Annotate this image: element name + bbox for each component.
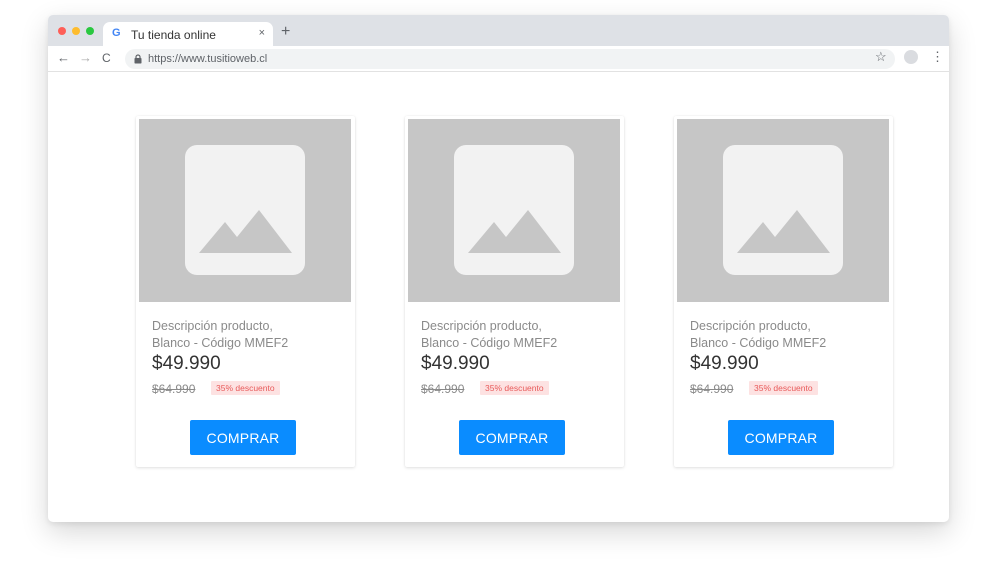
- product-description: Descripción producto, Blanco - Código MM…: [421, 319, 558, 350]
- menu-kebab-icon[interactable]: ⋮: [931, 49, 944, 65]
- product-description: Descripción producto, Blanco - Código MM…: [690, 319, 827, 350]
- close-window-button[interactable]: [58, 27, 66, 35]
- product-price: $49.990: [690, 353, 759, 374]
- tab-title: Tu tienda online: [131, 28, 216, 42]
- profile-avatar[interactable]: [904, 50, 918, 64]
- new-tab-button[interactable]: +: [281, 24, 290, 40]
- product-card: Descripción producto, Blanco - Código MM…: [136, 116, 355, 467]
- product-image: [677, 119, 889, 302]
- image-placeholder-icon: [723, 145, 843, 275]
- product-price: $49.990: [152, 353, 221, 374]
- product-image: [139, 119, 351, 302]
- original-price: $64.990: [421, 382, 465, 396]
- product-card: Descripción producto, Blanco - Código MM…: [405, 116, 624, 467]
- image-placeholder-icon: [454, 145, 574, 275]
- address-bar[interactable]: https://www.tusitioweb.cl: [125, 49, 895, 69]
- page-content: Descripción producto, Blanco - Código MM…: [48, 73, 949, 522]
- reload-icon[interactable]: C: [102, 50, 111, 66]
- discount-badge: 35% descuento: [749, 381, 818, 395]
- image-placeholder-icon: [185, 145, 305, 275]
- product-image: [408, 119, 620, 302]
- bookmark-star-icon[interactable]: ☆: [875, 49, 887, 65]
- maximize-window-button[interactable]: [86, 27, 94, 35]
- buy-button[interactable]: COMPRAR: [728, 420, 834, 455]
- url-text[interactable]: https://www.tusitioweb.cl: [148, 53, 267, 65]
- discount-badge: 35% descuento: [480, 381, 549, 395]
- discount-badge: 35% descuento: [211, 381, 280, 395]
- lock-icon: [134, 54, 142, 64]
- back-arrow-icon[interactable]: ←: [57, 50, 70, 66]
- browser-window: G Tu tienda online × + ← → C https://www…: [48, 15, 949, 522]
- product-card: Descripción producto, Blanco - Código MM…: [674, 116, 893, 467]
- buy-button[interactable]: COMPRAR: [459, 420, 565, 455]
- tab-strip: G Tu tienda online × +: [48, 15, 949, 46]
- browser-toolbar: ← → C https://www.tusitioweb.cl ☆ ⋮: [48, 46, 949, 72]
- buy-button[interactable]: COMPRAR: [190, 420, 296, 455]
- original-price: $64.990: [152, 382, 196, 396]
- original-price: $64.990: [690, 382, 734, 396]
- google-icon: G: [112, 27, 121, 39]
- forward-arrow-icon[interactable]: →: [79, 50, 92, 66]
- product-description: Descripción producto, Blanco - Código MM…: [152, 319, 289, 350]
- minimize-window-button[interactable]: [72, 27, 80, 35]
- browser-tab[interactable]: G Tu tienda online ×: [103, 22, 273, 46]
- close-tab-icon[interactable]: ×: [259, 27, 265, 39]
- product-price: $49.990: [421, 353, 490, 374]
